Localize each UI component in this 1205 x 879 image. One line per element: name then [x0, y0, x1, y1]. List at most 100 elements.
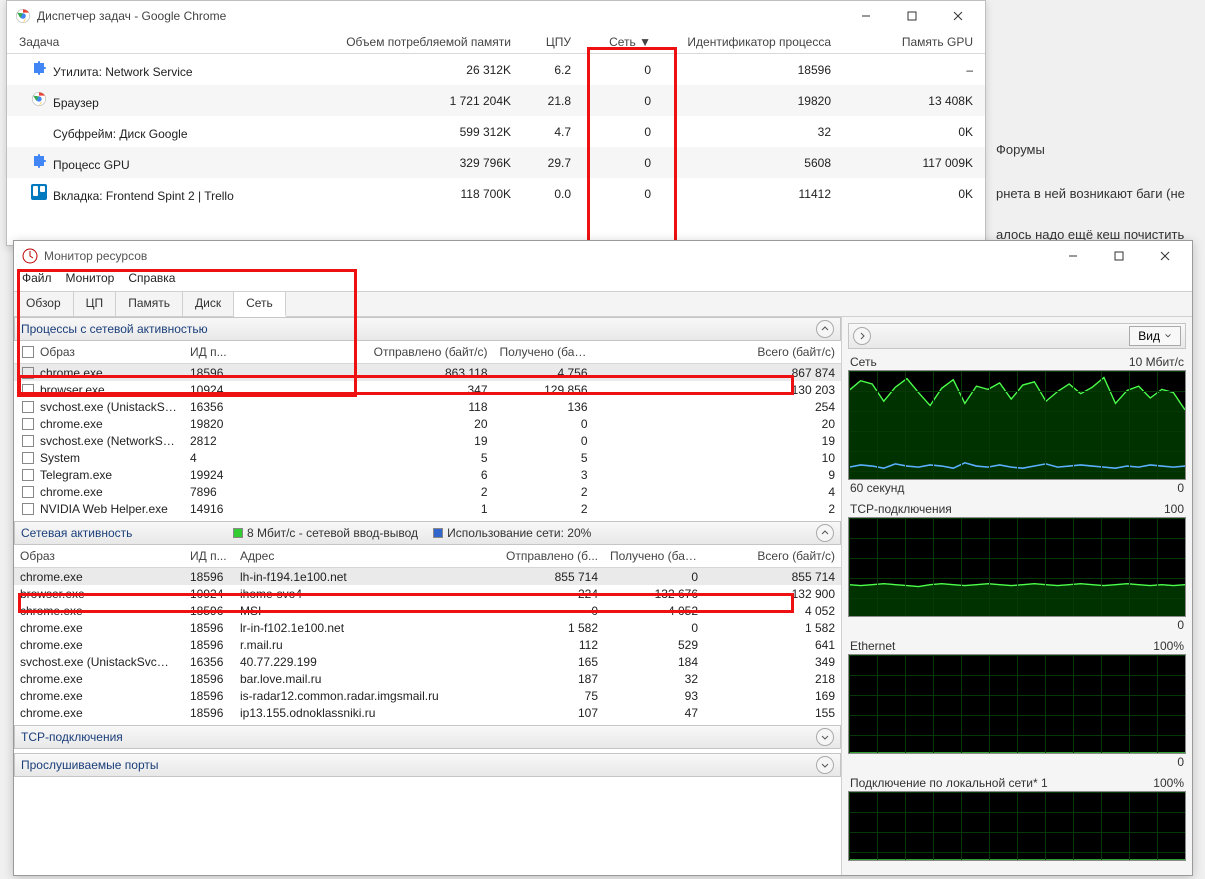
- table-row[interactable]: chrome.exe18596is-radar12.common.radar.i…: [14, 687, 841, 704]
- col-network[interactable]: Сеть ▼: [575, 35, 655, 49]
- checkbox[interactable]: [22, 418, 34, 430]
- cell-recv: 0: [604, 569, 704, 585]
- section-tcp-header[interactable]: TCP-подключения: [14, 725, 841, 749]
- col-memory[interactable]: Объем потребляемой памяти: [335, 35, 515, 49]
- col-task[interactable]: Задача: [15, 35, 335, 49]
- checkbox[interactable]: [22, 469, 34, 481]
- cell-image: System: [40, 451, 80, 465]
- checkbox[interactable]: [22, 452, 34, 464]
- close-button[interactable]: [935, 1, 981, 31]
- minimize-button[interactable]: [1050, 241, 1096, 271]
- expand-icon[interactable]: [816, 756, 834, 774]
- cell-pid: 16356: [184, 399, 234, 415]
- section-listening-header[interactable]: Прослушиваемые порты: [14, 753, 841, 777]
- cell-recv: 0: [494, 416, 594, 432]
- col-total[interactable]: Всего (байт/с): [704, 548, 841, 564]
- checkbox[interactable]: [22, 384, 34, 396]
- tm-row[interactable]: Браузер1 721 204K21.801982013 408K: [7, 85, 985, 116]
- table-row[interactable]: Telegram.exe19924639: [14, 466, 841, 483]
- cell-total: 9: [594, 467, 842, 483]
- col-address[interactable]: Адрес: [234, 548, 474, 564]
- titlebar[interactable]: Монитор ресурсов: [14, 241, 1192, 271]
- tab-memory[interactable]: Память: [116, 292, 183, 316]
- tm-row[interactable]: Утилита: Network Service26 312K6.2018596…: [7, 54, 985, 85]
- table-row[interactable]: svchost.exe (UnistackSvcGroup)1635640.77…: [14, 653, 841, 670]
- table-row[interactable]: svchost.exe (UnistackSvcGro...1635611813…: [14, 398, 841, 415]
- cell-sent: 347: [246, 382, 494, 398]
- table-row[interactable]: chrome.exe18596lr-in-f102.1e100.net1 582…: [14, 619, 841, 636]
- col-image[interactable]: Образ: [14, 548, 184, 564]
- col-cpu[interactable]: ЦПУ: [515, 35, 575, 49]
- cell-recv: 32: [604, 671, 704, 687]
- expand-icon[interactable]: [816, 728, 834, 746]
- tab-disk[interactable]: Диск: [183, 292, 234, 316]
- table-row[interactable]: chrome.exe18596MSI04 0524 052: [14, 602, 841, 619]
- menu-monitor[interactable]: Монитор: [66, 271, 115, 289]
- tm-row[interactable]: Субфрейм: Диск Google599 312K4.70320K: [7, 116, 985, 147]
- table-row[interactable]: NVIDIA Web Helper.exe14916122: [14, 500, 841, 517]
- col-total[interactable]: Всего (байт/с): [594, 344, 842, 360]
- cell-network: 0: [575, 94, 655, 108]
- col-pid[interactable]: ИД п...: [184, 548, 234, 564]
- cell-sent: 107: [474, 705, 604, 721]
- tm-row[interactable]: Вкладка: Frontend Spint 2 | Trello118 70…: [7, 178, 985, 209]
- checkbox[interactable]: [22, 503, 34, 515]
- col-pid[interactable]: ИД п...: [184, 344, 234, 360]
- graph-local: Подключение по локальной сети* 1100%: [848, 776, 1186, 861]
- view-dropdown[interactable]: Вид: [1129, 326, 1181, 346]
- maximize-button[interactable]: [889, 1, 935, 31]
- collapse-right-icon[interactable]: [853, 327, 871, 345]
- tab-cpu[interactable]: ЦП: [74, 292, 117, 316]
- titlebar[interactable]: Диспетчер задач - Google Chrome: [7, 1, 985, 31]
- table-row[interactable]: chrome.exe18596r.mail.ru112529641: [14, 636, 841, 653]
- minimize-button[interactable]: [843, 1, 889, 31]
- cell-pid: 18596: [184, 671, 234, 687]
- table-row[interactable]: chrome.exe1982020020: [14, 415, 841, 432]
- tm-row[interactable]: Процесс GPU329 796K29.705608117 009K: [7, 147, 985, 178]
- collapse-icon[interactable]: [816, 524, 834, 542]
- cell-image: chrome.exe: [14, 637, 184, 653]
- checkbox[interactable]: [22, 486, 34, 498]
- section-title: TCP-подключения: [21, 730, 221, 744]
- table-row[interactable]: chrome.exe18596lh-in-f194.1e100.net855 7…: [14, 568, 841, 585]
- menu-bar: Файл Монитор Справка: [14, 271, 1192, 291]
- menu-file[interactable]: Файл: [22, 271, 52, 289]
- checkbox[interactable]: [22, 435, 34, 447]
- col-recv[interactable]: Получено (бай...: [604, 548, 704, 564]
- checkbox[interactable]: [22, 346, 34, 358]
- table-row[interactable]: chrome.exe18596863 1184 756867 874: [14, 364, 841, 381]
- menu-help[interactable]: Справка: [128, 271, 175, 289]
- col-pid[interactable]: Идентификатор процесса: [655, 35, 835, 49]
- close-button[interactable]: [1142, 241, 1188, 271]
- cell-pid: 32: [655, 125, 835, 139]
- table-row[interactable]: System45510: [14, 449, 841, 466]
- tab-overview[interactable]: Обзор: [14, 292, 74, 316]
- col-sent[interactable]: Отправлено (б...: [474, 548, 604, 564]
- cell-recv: 0: [604, 620, 704, 636]
- cell-total: 4: [594, 484, 842, 500]
- cell-image: chrome.exe: [14, 671, 184, 687]
- col-gpu-memory[interactable]: Память GPU: [835, 35, 977, 49]
- section-activity-header[interactable]: Сетевая активность 8 Мбит/с - сетевой вв…: [14, 521, 841, 545]
- task-name: Вкладка: Frontend Spint 2 | Trello: [53, 189, 234, 203]
- cell-pid: 19820: [184, 416, 234, 432]
- tab-network[interactable]: Сеть: [234, 292, 286, 317]
- maximize-button[interactable]: [1096, 241, 1142, 271]
- checkbox[interactable]: [22, 401, 34, 413]
- cell-recv: 4 052: [604, 603, 704, 619]
- bg-text: рнета в ней возникают баги (не: [996, 186, 1185, 201]
- cell-total: 130 203: [594, 382, 842, 398]
- table-row[interactable]: svchost.exe (NetworkService...281219019: [14, 432, 841, 449]
- table-row[interactable]: browser.exe10924ihome-svo4224132 676132 …: [14, 585, 841, 602]
- checkbox[interactable]: [22, 367, 34, 379]
- cell-sent: 863 118: [246, 365, 494, 381]
- table-row[interactable]: chrome.exe18596bar.love.mail.ru18732218: [14, 670, 841, 687]
- col-recv[interactable]: Получено (бай...: [494, 344, 594, 360]
- col-sent[interactable]: Отправлено (байт/с): [246, 344, 494, 360]
- col-image[interactable]: Образ: [40, 345, 75, 359]
- collapse-icon[interactable]: [816, 320, 834, 338]
- table-row[interactable]: browser.exe10924347129 856130 203: [14, 381, 841, 398]
- table-row[interactable]: chrome.exe18596ip13.155.odnoklassniki.ru…: [14, 704, 841, 721]
- table-row[interactable]: chrome.exe7896224: [14, 483, 841, 500]
- section-processes-header[interactable]: Процессы с сетевой активностью: [14, 317, 841, 341]
